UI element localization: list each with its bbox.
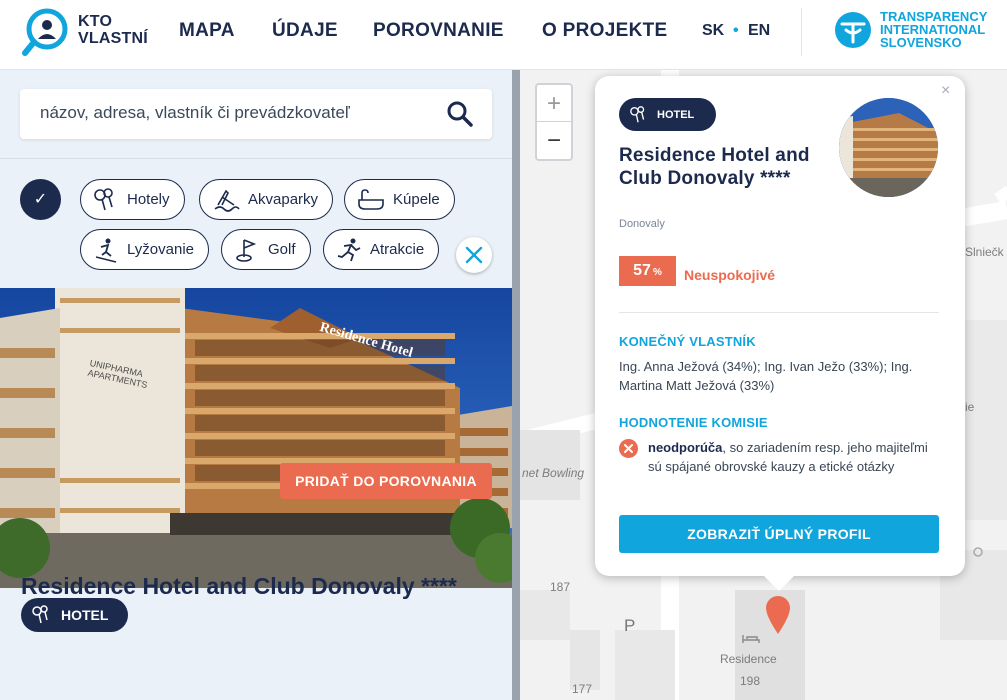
close-icon <box>465 246 483 264</box>
nav-porovnanie[interactable]: POROVNANIE <box>373 20 504 42</box>
chip-label: Golf <box>268 241 296 258</box>
bathtub-icon <box>358 188 384 210</box>
scrollbar-thumb[interactable] <box>512 70 520 700</box>
hotel-info-panel: HOTEL <box>0 588 512 700</box>
search-input[interactable]: názov, adresa, vlastník či prevádzkovate… <box>40 103 350 123</box>
kto-vlastni-logo[interactable]: KTO VLASTNÍ <box>18 5 168 57</box>
map-street-label: Slniečk <box>965 245 1004 259</box>
map-residence-label: Residence <box>720 652 777 666</box>
top-header: KTO VLASTNÍ MAPA ÚDAJE POROVNANIE O PROJ… <box>0 0 1007 70</box>
chip-label: Atrakcie <box>370 241 425 258</box>
close-photo-button[interactable] <box>456 237 492 273</box>
logo-line1: KTO <box>78 13 113 30</box>
partner-line3: SLOVENSKO <box>880 35 962 50</box>
bed-icon <box>742 635 760 643</box>
map-number-198: 198 <box>740 674 761 688</box>
map-parking-label: P <box>624 616 636 635</box>
nav-o-projekte[interactable]: O PROJEKTE <box>542 20 667 42</box>
zoom-controls: + − <box>535 83 573 161</box>
nav-udaje[interactable]: ÚDAJE <box>272 20 338 42</box>
score-rating-label: Neuspokojivé <box>684 267 776 283</box>
reject-icon <box>619 439 638 458</box>
popup-location: Donovaly <box>619 218 665 230</box>
add-to-compare-button[interactable]: PRIDAŤ DO POROVNANIA <box>280 463 492 499</box>
map-partial-label: ie <box>965 400 975 414</box>
sidebar-divider <box>0 158 512 159</box>
runner-icon <box>337 238 361 261</box>
popup-hotel-thumbnail <box>839 98 938 197</box>
score-unit: % <box>652 267 662 278</box>
show-full-profile-button[interactable]: ZOBRAZIŤ ÚPLNÝ PROFIL <box>619 515 939 553</box>
filter-chip-kupele[interactable]: Kúpele <box>344 179 455 220</box>
left-sidebar: názov, adresa, vlastník či prevádzkovate… <box>0 70 512 700</box>
hotel-category-badge: HOTEL <box>21 598 128 632</box>
chip-label: Kúpele <box>393 191 440 208</box>
lang-separator: • <box>733 22 739 39</box>
evaluation-heading: HODNOTENIE KOMISIE <box>619 415 768 430</box>
filter-chip-lyzovanie[interactable]: Lyžovanie <box>80 229 209 270</box>
transparency-international-text[interactable]: TRANSPARENCY INTERNATIONAL SLOVENSKO <box>880 10 987 49</box>
map-bowling-label: net Bowling <box>522 466 585 480</box>
nav-mapa[interactable]: MAPA <box>179 20 235 42</box>
lang-en[interactable]: EN <box>748 22 770 40</box>
map-number-177: 177 <box>572 682 593 696</box>
map-pin-icon[interactable] <box>763 594 793 636</box>
zoom-in-button[interactable]: + <box>537 85 571 122</box>
hotel-photo-illustration <box>0 288 512 588</box>
header-divider <box>801 8 802 56</box>
filter-chip-akvaparky[interactable]: Akvaparky <box>199 179 334 220</box>
hotel-photo: Residence Hotel UNIPHARMA APARTMENTS <box>0 288 512 588</box>
map-number-187: 187 <box>550 580 571 594</box>
popup-category-badge: HOTEL <box>619 98 716 131</box>
filter-chip-atrakcie[interactable]: Atrakcie <box>323 229 440 270</box>
score-badge: 57% <box>619 256 676 286</box>
hotel-keys-icon <box>630 105 645 122</box>
popup-tail <box>763 575 795 591</box>
evaluation-text: neodporúča, so zariadením resp. jeho maj… <box>648 438 940 476</box>
chip-label: Hotely <box>127 191 170 208</box>
magnifier-logo-icon <box>22 8 68 56</box>
sidebar-scrollbar[interactable] <box>512 70 520 700</box>
filter-chip-hotely[interactable]: Hotely <box>80 179 185 220</box>
hotel-title: Residence Hotel and Club Donovaly **** <box>21 573 457 599</box>
hotel-keys-icon <box>32 605 48 624</box>
evaluation-verdict: neodporúča <box>648 440 723 455</box>
lang-sk[interactable]: SK <box>702 22 724 40</box>
popup-hotel-title[interactable]: Residence Hotel and Club Donovaly **** <box>619 144 819 190</box>
owners-text: Ing. Anna Ježová (34%); Ing. Ivan Ježo (… <box>619 359 913 393</box>
search-box[interactable]: názov, adresa, vlastník či prevádzkovate… <box>20 89 492 139</box>
select-all-toggle[interactable]: ✓ <box>20 179 61 220</box>
chip-label: Akvaparky <box>248 191 319 208</box>
badge-label: HOTEL <box>61 607 109 623</box>
score-value: 57 <box>633 262 651 279</box>
search-icon[interactable] <box>446 100 474 128</box>
golf-flag-icon <box>236 238 257 262</box>
logo-text: KTO VLASTNÍ <box>78 13 148 47</box>
owner-heading: KONEČNÝ VLASTNÍK <box>619 334 756 349</box>
thumbnail-illustration <box>839 98 938 197</box>
popup-close-button[interactable]: × <box>941 82 950 100</box>
skier-icon <box>95 238 117 263</box>
logo-line2: VLASTNÍ <box>78 30 148 47</box>
waterslide-icon <box>214 189 240 212</box>
zoom-out-button[interactable]: − <box>537 122 571 159</box>
hotel-keys-icon <box>94 187 113 210</box>
chip-label: Lyžovanie <box>127 241 194 258</box>
popup-divider <box>619 312 939 313</box>
transparency-international-icon[interactable] <box>833 10 873 50</box>
badge-label: HOTEL <box>657 108 695 121</box>
filter-chip-golf[interactable]: Golf <box>221 229 311 270</box>
